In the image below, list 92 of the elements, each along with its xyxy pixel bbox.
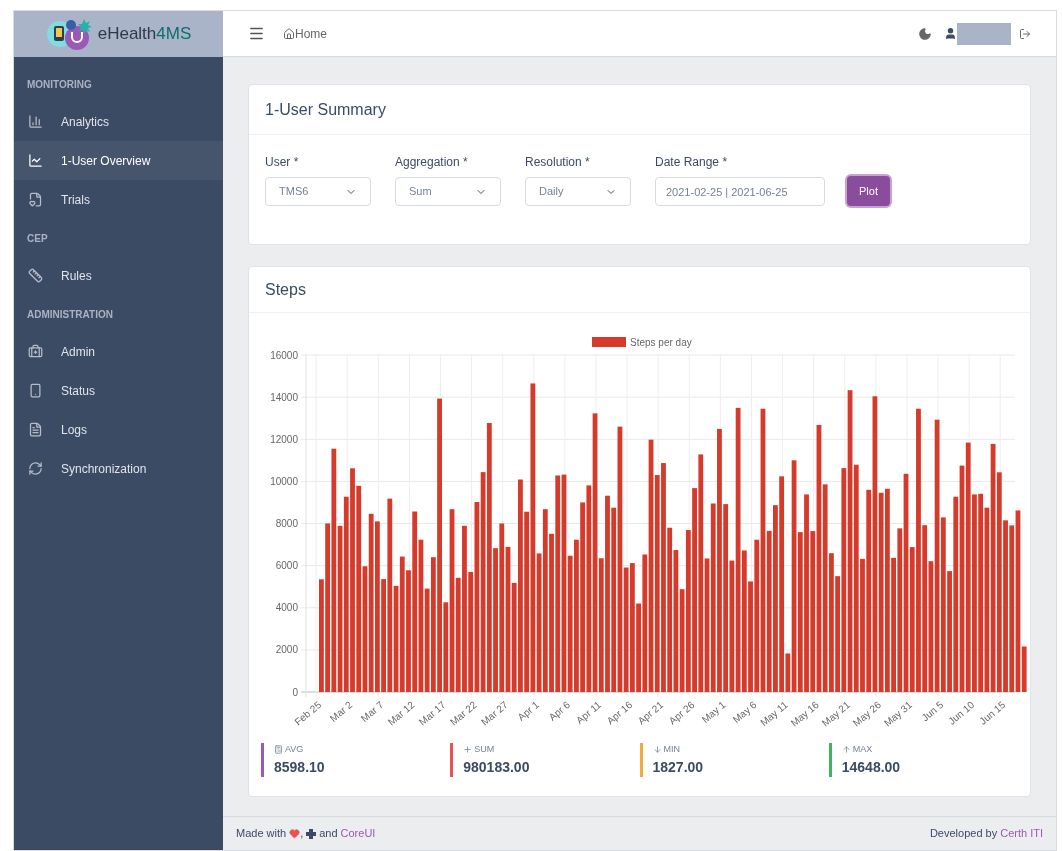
- logo-text: eHealth4MS: [97, 23, 192, 46]
- y-tick-label: 4000: [275, 602, 298, 614]
- sidebar-section-title: CEP: [26, 232, 49, 246]
- sidebar-item[interactable]: 1-User Overview: [14, 141, 223, 180]
- x-tick-label: May 21: [819, 699, 852, 729]
- legend-label: Steps per day: [630, 337, 692, 348]
- x-tick-label: Apr 1: [515, 699, 541, 723]
- field-label: Aggregation *: [395, 154, 469, 171]
- sidebar-item[interactable]: Logs: [14, 410, 223, 449]
- sidebar-item-icon: [28, 192, 43, 207]
- sidebar-item-icon: [28, 422, 43, 437]
- y-tick-label: 16000: [270, 349, 298, 361]
- sidebar-item[interactable]: Synchronization: [14, 449, 223, 488]
- stat-value: 1827.00: [652, 757, 704, 777]
- stat-value: 14648.00: [841, 757, 901, 777]
- logo-icon: [45, 17, 94, 51]
- sidebar-item[interactable]: Rules: [14, 256, 223, 295]
- sidebar-item-icon: [28, 383, 43, 398]
- footer-text: and: [319, 826, 338, 842]
- sidebar-section-title: ADMINISTRATION: [26, 308, 114, 322]
- plot-button[interactable]: Plot: [847, 176, 890, 206]
- x-tick-label: Apr 11: [574, 699, 604, 726]
- x-tick-label: May 11: [758, 699, 790, 729]
- y-tick-label: 8000: [275, 518, 298, 529]
- stat-icon: [274, 745, 283, 755]
- x-tick-label: Mar 22: [447, 699, 479, 728]
- field-label: Resolution *: [525, 154, 591, 171]
- y-tick-label: 14000: [270, 391, 298, 403]
- x-tick-label: Mar 12: [385, 699, 417, 728]
- sidebar-item-icon: [28, 153, 43, 168]
- stat-value: 980183.00: [463, 757, 530, 777]
- certh-link[interactable]: Certh ITI: [1000, 825, 1043, 842]
- coreui-link[interactable]: CoreUI: [340, 825, 376, 842]
- x-tick-label: Apr 6: [546, 699, 573, 723]
- stat-label: MIN: [663, 743, 680, 756]
- dark-mode-icon[interactable]: [918, 26, 932, 41]
- sidebar-item[interactable]: Analytics: [14, 102, 223, 141]
- x-tick-label: Apr 21: [635, 699, 666, 727]
- card-title: 1-User Summary: [249, 85, 1030, 135]
- x-tick-label: Apr 26: [666, 699, 697, 727]
- sidebar-item-icon: [28, 344, 43, 359]
- x-tick-label: Jun 5: [919, 699, 946, 724]
- x-tick-label: Mar 17: [416, 699, 448, 728]
- stat-icon: [841, 745, 851, 755]
- heart-icon: [289, 828, 301, 839]
- y-tick-label: 10000: [270, 475, 298, 487]
- redaction-bar: [957, 22, 1011, 45]
- sidebar-section-title: MONITORING: [26, 78, 93, 92]
- x-tick-label: May 16: [788, 699, 821, 729]
- stat-value: 8598.10: [274, 757, 325, 777]
- x-tick-label: Jun 15: [977, 699, 1008, 727]
- y-tick-label: 6000: [275, 560, 298, 572]
- x-tick-label: Feb 25: [292, 699, 324, 728]
- field-label: User *: [265, 154, 300, 171]
- x-tick-label: Mar 2: [327, 699, 355, 724]
- stat-icon: [463, 745, 473, 755]
- sidebar-item-icon: [28, 461, 43, 476]
- x-tick-label: May 26: [850, 699, 883, 729]
- select-field[interactable]: Sum: [395, 177, 501, 206]
- stat-label: SUM: [474, 743, 495, 756]
- x-tick-label: May 31: [881, 699, 915, 729]
- field-label: Date Range *: [655, 154, 729, 171]
- sidebar-item[interactable]: Trials: [14, 180, 223, 219]
- date-range-field[interactable]: 2021-02-25 | 2021-06-25: [655, 177, 825, 206]
- footer-text: ,: [300, 826, 304, 842]
- x-tick-label: May 1: [699, 699, 728, 726]
- y-tick-label: 12000: [270, 433, 298, 445]
- x-tick-label: Mar 27: [478, 699, 510, 728]
- stat-label: AVG: [285, 743, 304, 756]
- y-tick-label: 2000: [275, 644, 298, 656]
- y-tick-label: 0: [292, 686, 298, 698]
- sidebar-item[interactable]: Status: [14, 371, 223, 410]
- select-field[interactable]: TMS6: [265, 177, 371, 206]
- user-icon[interactable]: [944, 27, 957, 40]
- x-tick-label: Jun 10: [946, 699, 977, 727]
- sidebar-item[interactable]: Admin: [14, 332, 223, 371]
- card-title: Steps: [249, 267, 1030, 313]
- sidebar-item-icon: [28, 268, 43, 283]
- chart-legend: Steps per day: [592, 337, 692, 348]
- sidebar-item-icon: [28, 114, 43, 129]
- menu-icon[interactable]: [248, 25, 265, 42]
- home-icon: [283, 27, 295, 40]
- select-field[interactable]: Daily: [525, 177, 631, 206]
- x-tick-label: Apr 16: [604, 699, 635, 727]
- x-tick-label: Mar 7: [358, 699, 386, 724]
- x-tick-label: May 6: [730, 699, 759, 726]
- stat-icon: [652, 745, 662, 755]
- logout-icon[interactable]: [1019, 27, 1031, 40]
- breadcrumb-home[interactable]: Home: [283, 24, 327, 43]
- footer-text: Made with: [236, 826, 287, 842]
- footer-text: Developed by: [929, 826, 998, 842]
- stat-label: MAX: [852, 743, 873, 756]
